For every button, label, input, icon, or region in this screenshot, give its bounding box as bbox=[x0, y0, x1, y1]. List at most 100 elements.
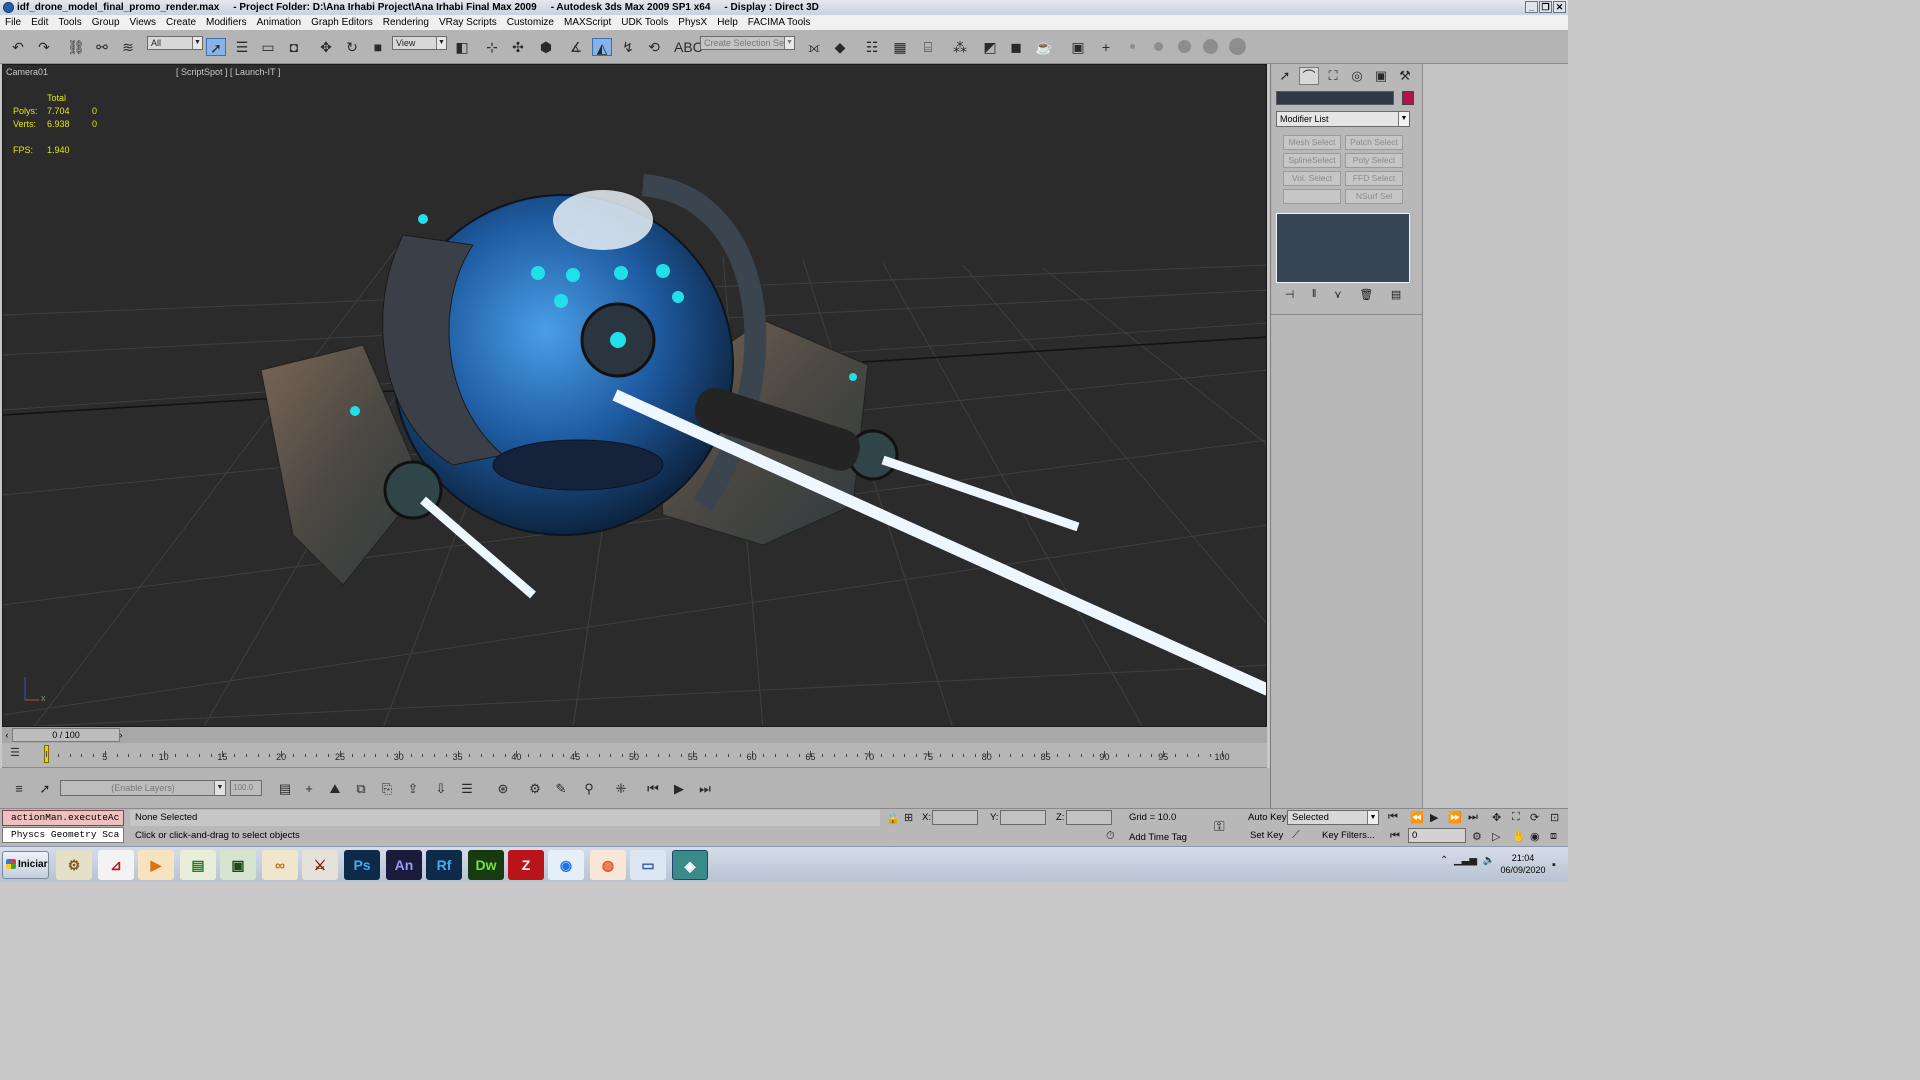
layer-copy-icon[interactable]: ⧉ bbox=[352, 780, 370, 798]
hierarchy-tab-icon[interactable]: ⛶ bbox=[1323, 67, 1343, 85]
window-crossing-icon[interactable]: ◘ bbox=[284, 38, 304, 56]
layer-merge-icon[interactable]: ⎘ bbox=[378, 780, 396, 798]
taskbar-app-firefox-icon[interactable]: ◍ bbox=[590, 850, 626, 880]
layer-stack-icon[interactable]: ☰ bbox=[458, 780, 476, 798]
unlink-icon[interactable]: ⚯ bbox=[92, 38, 112, 56]
zoom-extents-icon[interactable]: ⛶ bbox=[1512, 811, 1520, 824]
taskbar-app-dreamweaver[interactable]: Dw bbox=[468, 850, 504, 880]
taskbar-app-photoshop[interactable]: Ps bbox=[344, 850, 380, 880]
taskbar-app-3dsmax-icon[interactable]: ◈ bbox=[672, 850, 708, 880]
modifier-list-dropdown[interactable]: Modifier List ▼ bbox=[1276, 111, 1410, 127]
go-to-end-icon[interactable]: ⏭ bbox=[1468, 811, 1478, 824]
field-of-view-icon[interactable]: ▷ bbox=[1492, 830, 1500, 843]
manipulate-icon[interactable]: ⊹ bbox=[482, 38, 502, 56]
menu-customize[interactable]: Customize bbox=[502, 17, 559, 28]
modify-tab-icon[interactable]: ⌒ bbox=[1299, 67, 1319, 85]
select-by-name-icon[interactable]: ☰ bbox=[232, 38, 252, 56]
align-icon[interactable]: ◆ bbox=[830, 38, 850, 56]
layer-tools-icon[interactable]: ⛰ bbox=[326, 780, 344, 798]
show-desktop-icon[interactable]: ▪ bbox=[1552, 859, 1556, 871]
viewport-toggle-icon[interactable]: ⧈ bbox=[1550, 830, 1557, 843]
add-time-tag[interactable]: Add Time Tag bbox=[1129, 832, 1187, 843]
mirror-icon[interactable]: ⟗ bbox=[804, 38, 824, 56]
spinner-snap-icon[interactable]: ↯ bbox=[618, 38, 638, 56]
configure-modifier-sets-icon[interactable]: ▤ bbox=[1391, 288, 1401, 304]
render-setup-icon[interactable]: ◼ bbox=[1006, 38, 1026, 56]
keyboard-shortcut-override-icon[interactable]: ✣ bbox=[508, 38, 528, 56]
particles-icon[interactable]: ⁜ bbox=[612, 780, 630, 798]
pivot-point-icon[interactable]: ◧ bbox=[452, 38, 472, 56]
key-icon[interactable]: ⚿ bbox=[1214, 818, 1225, 835]
simulation-icon[interactable]: ⚙ bbox=[526, 780, 544, 798]
start-button[interactable]: Iniciar bbox=[2, 851, 49, 879]
utilities-tab-icon[interactable]: ⚒ bbox=[1395, 67, 1415, 85]
select-layer-icon[interactable]: ➚ bbox=[36, 780, 54, 798]
taskbar-app-animate[interactable]: An bbox=[386, 850, 422, 880]
modifier-button[interactable]: Mesh Select bbox=[1283, 135, 1341, 150]
rendered-frame-window-icon[interactable]: ▣ bbox=[1068, 38, 1088, 56]
modifier-button[interactable]: Poly Select bbox=[1345, 153, 1403, 168]
maxscript-listener-line1[interactable]: actionMan.executeAc bbox=[2, 810, 124, 826]
add-layer-icon[interactable]: + bbox=[300, 780, 318, 798]
layers-icon[interactable]: ≡ bbox=[10, 780, 28, 798]
next-key-icon[interactable]: ⏩ bbox=[1448, 811, 1462, 824]
menu-graph-editors[interactable]: Graph Editors bbox=[306, 17, 378, 28]
go-to-start-icon[interactable]: ⏮ bbox=[1388, 811, 1398, 824]
taskbar-app-sheet-icon[interactable]: ▤ bbox=[180, 850, 216, 880]
taskbar-app-filezilla-icon[interactable]: Z bbox=[508, 850, 544, 880]
angle-snap-icon[interactable]: ∡ bbox=[566, 38, 586, 56]
make-unique-icon[interactable]: ⋎ bbox=[1334, 288, 1342, 304]
restore-button[interactable]: ❐ bbox=[1539, 1, 1552, 13]
y-coordinate-field[interactable] bbox=[1000, 810, 1046, 825]
rectangular-selection-icon[interactable]: ▭ bbox=[258, 38, 278, 56]
close-button[interactable]: ✕ bbox=[1553, 1, 1566, 13]
time-slider[interactable]: 0 / 100 bbox=[12, 728, 120, 742]
menu-animation[interactable]: Animation bbox=[252, 17, 306, 28]
absolute-mode-icon[interactable]: ⊞ bbox=[904, 811, 913, 824]
pin-stack-icon[interactable]: ⊣ bbox=[1285, 288, 1295, 304]
menu-udk-tools[interactable]: UDK Tools bbox=[616, 17, 673, 28]
3dsmax-app-icon[interactable] bbox=[3, 2, 14, 13]
auto-key-button[interactable]: Auto Key bbox=[1248, 812, 1287, 823]
network-icon[interactable]: ▁▃▅ bbox=[1454, 855, 1477, 866]
physx-icon[interactable]: ⊛ bbox=[494, 780, 512, 798]
lock-selection-icon[interactable]: 🔒 bbox=[886, 812, 900, 825]
modifier-button[interactable] bbox=[1283, 189, 1341, 204]
percent-snap-icon[interactable]: ◭ bbox=[592, 38, 612, 56]
modifier-button[interactable]: NSurf Sel bbox=[1345, 189, 1403, 204]
bind-space-warp-icon[interactable]: ≋ bbox=[118, 38, 138, 56]
menu-views[interactable]: Views bbox=[125, 17, 162, 28]
plus-icon[interactable]: + bbox=[1096, 38, 1116, 56]
menu-group[interactable]: Group bbox=[87, 17, 125, 28]
layers-dropdown[interactable]: (Enable Layers) ▼ bbox=[60, 780, 226, 796]
redo-icon[interactable]: ↷ bbox=[34, 38, 54, 56]
menu-create[interactable]: Create bbox=[161, 17, 201, 28]
create-tab-icon[interactable]: ➚ bbox=[1275, 67, 1295, 85]
named-selection-icon[interactable]: ABC bbox=[674, 38, 703, 56]
menu-rendering[interactable]: Rendering bbox=[378, 17, 434, 28]
key-mode-toggle-icon[interactable]: ⏮ bbox=[1390, 830, 1400, 843]
time-configuration-icon[interactable]: ⚙ bbox=[1472, 830, 1482, 843]
taskbar-app-rf[interactable]: Rf bbox=[426, 850, 462, 880]
taskbar-app-monitor-icon[interactable]: ▣ bbox=[220, 850, 256, 880]
schematic-view-icon[interactable]: ⁂ bbox=[950, 38, 970, 56]
snaps-toggle-icon[interactable]: ⬢ bbox=[536, 38, 556, 56]
next-frame-icon[interactable]: › bbox=[116, 728, 126, 742]
previous-key-icon[interactable]: ⏪ bbox=[1410, 811, 1424, 824]
previous-frame-icon[interactable]: ‹ bbox=[2, 728, 12, 742]
drone-model[interactable] bbox=[260, 174, 899, 586]
dot-icon[interactable] bbox=[1130, 44, 1135, 49]
volume-icon[interactable]: 🔈 bbox=[1483, 855, 1495, 866]
dot-icon[interactable] bbox=[1203, 39, 1218, 54]
menu-vray-scripts[interactable]: VRay Scripts bbox=[434, 17, 502, 28]
show-end-result-icon[interactable]: ‖ bbox=[1312, 288, 1317, 304]
set-key-button[interactable]: Set Key bbox=[1250, 830, 1283, 841]
layer-list-icon[interactable]: ▤ bbox=[276, 780, 294, 798]
graphite-ribbon-icon[interactable]: ▦ bbox=[890, 38, 910, 56]
select-object-icon[interactable]: ➚ bbox=[206, 38, 226, 56]
go-to-end-icon[interactable]: ⏭ bbox=[696, 780, 714, 798]
layer-down-icon[interactable]: ⇩ bbox=[432, 780, 450, 798]
material-editor-icon[interactable]: ◩ bbox=[980, 38, 1000, 56]
taskbar-app-gear-icon[interactable]: ⚙ bbox=[56, 850, 92, 880]
select-and-rotate-icon[interactable]: ↻ bbox=[342, 38, 362, 56]
